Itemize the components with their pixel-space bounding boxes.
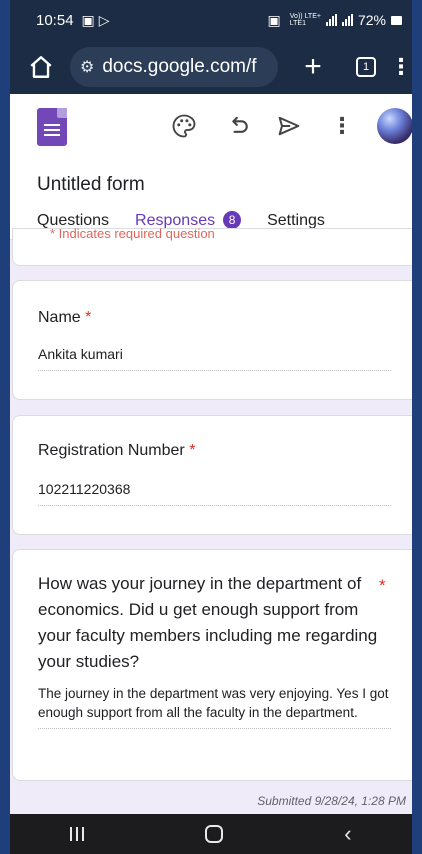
send-icon[interactable]	[275, 112, 303, 140]
plus-icon[interactable]: +	[298, 52, 328, 82]
lock-icon: ▣	[267, 11, 281, 28]
signal-icon	[325, 14, 337, 26]
undo-icon[interactable]	[224, 112, 252, 140]
address-bar[interactable]: ⚙ docs.google.com/f	[70, 47, 278, 87]
answer-text: Ankita kumari	[38, 345, 391, 371]
back-icon[interactable]: ‹	[344, 823, 351, 845]
question-card-journey: How was your journey in the department o…	[12, 549, 412, 781]
question-title: How was your journey in the department o…	[38, 574, 378, 671]
browser-toolbar: ⚙ docs.google.com/f + 1 ⋮	[10, 40, 412, 94]
tabs-icon[interactable]: 1	[356, 57, 376, 77]
responses-count-badge: 8	[223, 211, 242, 229]
status-time: 10:54	[36, 11, 74, 29]
question-title: Registration Number *	[38, 442, 196, 459]
palette-icon[interactable]	[170, 112, 198, 140]
required-star: *	[379, 576, 386, 595]
system-nav-bar: ‹	[10, 814, 412, 854]
form-title: Untitled form	[37, 174, 145, 195]
url-text: docs.google.com/f	[102, 56, 257, 77]
signal-icon	[341, 14, 353, 26]
question-title: Name *	[38, 309, 92, 326]
answer-text: 102211220368	[38, 480, 391, 506]
answer-text: The journey in the department was very e…	[38, 684, 391, 729]
question-card-registration: Registration Number * 102211220368	[12, 415, 412, 535]
battery-icon	[391, 15, 402, 25]
more-vert-icon[interactable]: ⋮	[328, 112, 356, 140]
home-button-icon[interactable]	[205, 825, 224, 843]
required-note: * Indicates required question	[50, 226, 215, 241]
question-card-name: Name * Ankita kumari	[12, 280, 412, 400]
avatar[interactable]	[377, 108, 412, 144]
home-icon[interactable]	[28, 54, 54, 80]
forms-header: ⋮ Untitled form Questions Responses 8 Se…	[10, 94, 412, 241]
more-vert-icon[interactable]: ⋮	[390, 54, 412, 80]
battery-level: 72%	[357, 12, 386, 28]
phone-screen: 10:54 ▣ ▷ ▣ Vo)) LTE+ LTE1 72% ⚙ docs.go…	[10, 0, 412, 854]
submitted-timestamp: Submitted 9/28/24, 1:28 PM	[257, 794, 406, 808]
forms-logo[interactable]	[37, 108, 67, 146]
network-indicator: Vo)) LTE+ LTE1	[289, 13, 321, 27]
tune-icon[interactable]: ⚙	[80, 57, 94, 77]
form-header-card: * Indicates required question	[12, 226, 412, 266]
recents-icon[interactable]	[70, 827, 85, 841]
status-bar: 10:54 ▣ ▷ ▣ Vo)) LTE+ LTE1 72%	[10, 0, 412, 40]
image-icon: ▣	[81, 11, 95, 28]
play-icon: ▷	[98, 11, 110, 28]
